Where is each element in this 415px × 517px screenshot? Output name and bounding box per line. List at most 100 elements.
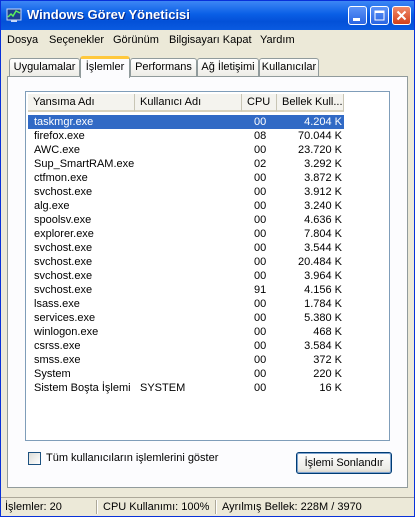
process-name: services.exe [34,312,96,324]
menu-file[interactable]: Dosya [7,34,38,46]
show-all-users-label[interactable]: Tüm kullanıcıların işlemlerini göster [46,452,218,464]
process-cpu: 00 [254,340,267,352]
column-header-image-name[interactable]: Yansıma Adı [28,94,135,112]
process-name: lsass.exe [34,298,80,310]
process-list[interactable]: Yansıma Adı Kullanıcı Adı CPU Bellek Kul… [25,91,390,441]
process-cpu: 00 [254,214,267,226]
tab-performance[interactable]: Performans [130,58,197,77]
process-name: svchost.exe [34,284,93,296]
process-name: explorer.exe [34,228,94,240]
column-header-user-name[interactable]: Kullanıcı Adı [135,94,242,112]
process-cpu: 00 [254,368,267,380]
process-name: System [34,368,71,380]
process-name: firefox.exe [34,130,85,142]
process-cpu: 02 [254,158,267,170]
close-icon [396,10,407,21]
table-row[interactable]: Sup_SmartRAM.exe 02 3.292 K [28,157,344,171]
task-manager-icon [6,7,22,23]
process-name: ctfmon.exe [34,172,88,184]
column-header-label: Yansıma Adı [33,96,95,108]
task-manager-window: Windows Görev Yöneticisi Dosya Seçenekle… [0,0,415,517]
process-mem: 4.204 K [304,116,342,128]
process-name: winlogon.exe [34,326,99,338]
status-commit-charge: Ayrılmış Bellek: 228M / 3970 [222,501,362,513]
process-name: alg.exe [34,200,70,212]
menu-options[interactable]: Seçenekler [49,34,104,46]
table-row[interactable]: csrss.exe 00 3.584 K [28,339,344,353]
table-row[interactable]: explorer.exe 00 7.804 K [28,227,344,241]
table-row[interactable]: svchost.exe 00 3.544 K [28,241,344,255]
status-separator [96,500,98,514]
tab-users[interactable]: Kullanıcılar [259,58,319,77]
menu-help[interactable]: Yardım [260,34,295,46]
table-row[interactable]: taskmgr.exe 00 4.204 K [28,115,344,129]
process-mem: 16 K [319,382,342,394]
process-name: AWC.exe [34,144,81,156]
process-cpu: 00 [254,172,267,184]
title-bar[interactable]: Windows Görev Yöneticisi [1,1,414,30]
process-mem: 3.240 K [304,200,342,212]
process-name: smss.exe [34,354,81,366]
window-title: Windows Görev Yöneticisi [27,7,190,22]
process-cpu: 00 [254,298,267,310]
menu-view[interactable]: Görünüm [113,34,159,46]
table-row[interactable]: smss.exe 00 372 K [28,353,344,367]
process-name: Sistem Boşta İşlemi [34,382,131,394]
table-row[interactable]: ctfmon.exe 00 3.872 K [28,171,344,185]
table-row[interactable]: svchost.exe 00 3.964 K [28,269,344,283]
process-cpu: 00 [254,256,267,268]
table-row[interactable]: services.exe 00 5.380 K [28,311,344,325]
process-name: svchost.exe [34,256,93,268]
tab-processes[interactable]: İşlemler [80,56,130,78]
process-cpu: 00 [254,326,267,338]
table-row[interactable]: lsass.exe 00 1.784 K [28,297,344,311]
maximize-button[interactable] [370,6,389,25]
process-name: svchost.exe [34,270,93,282]
process-mem: 70.044 K [297,130,342,142]
table-row[interactable]: AWC.exe 00 23.720 K [28,143,344,157]
column-header-label: CPU [247,96,271,108]
process-cpu: 00 [254,270,267,282]
process-mem: 1.784 K [304,298,342,310]
process-mem: 3.964 K [304,270,342,282]
status-separator [215,500,217,514]
table-row[interactable]: svchost.exe 91 4.156 K [28,283,344,297]
column-header-cpu[interactable]: CPU [242,94,277,112]
table-row[interactable]: svchost.exe 00 3.912 K [28,185,344,199]
show-all-users-checkbox[interactable] [28,452,41,465]
process-mem: 3.292 K [304,158,342,170]
status-process-count: İşlemler: 20 [5,501,62,513]
end-process-button[interactable]: İşlemi Sonlandır [296,452,392,474]
process-mem: 20.484 K [297,256,342,268]
status-bar: İşlemler: 20 CPU Kullanımı: 100% Ayrılmı… [1,497,414,516]
tab-networking[interactable]: Ağ İletişimi [197,58,259,77]
table-row[interactable]: svchost.exe 00 20.484 K [28,255,344,269]
process-mem: 4.636 K [304,214,342,226]
process-cpu: 08 [254,130,267,142]
table-row[interactable]: alg.exe 00 3.240 K [28,199,344,213]
process-name: svchost.exe [34,242,93,254]
process-mem: 7.804 K [304,228,342,240]
process-mem: 3.872 K [304,172,342,184]
menu-shutdown[interactable]: Bilgisayarı Kapat [169,34,252,46]
column-header-mem-usage[interactable]: Bellek Kull... [277,94,344,112]
process-name: taskmgr.exe [34,116,94,128]
tab-applications[interactable]: Uygulamalar [9,58,80,77]
process-cpu: 00 [254,116,267,128]
status-cpu-usage: CPU Kullanımı: 100% [103,501,210,513]
process-cpu: 91 [254,284,267,296]
table-row[interactable]: winlogon.exe 00 468 K [28,325,344,339]
table-row[interactable]: System 00 220 K [28,367,344,381]
process-mem: 4.156 K [304,284,342,296]
table-row[interactable]: spoolsv.exe 00 4.636 K [28,213,344,227]
process-mem: 23.720 K [297,144,342,156]
table-row[interactable]: firefox.exe 08 70.044 K [28,129,344,143]
process-mem: 3.584 K [304,340,342,352]
process-mem: 3.544 K [304,242,342,254]
process-cpu: 00 [254,144,267,156]
process-cpu: 00 [254,186,267,198]
column-header-label: Bellek Kull... [282,96,343,108]
minimize-button[interactable] [348,6,367,25]
close-button[interactable] [392,6,411,25]
table-row[interactable]: Sistem Boşta İşlemi SYSTEM 00 16 K [28,381,344,395]
